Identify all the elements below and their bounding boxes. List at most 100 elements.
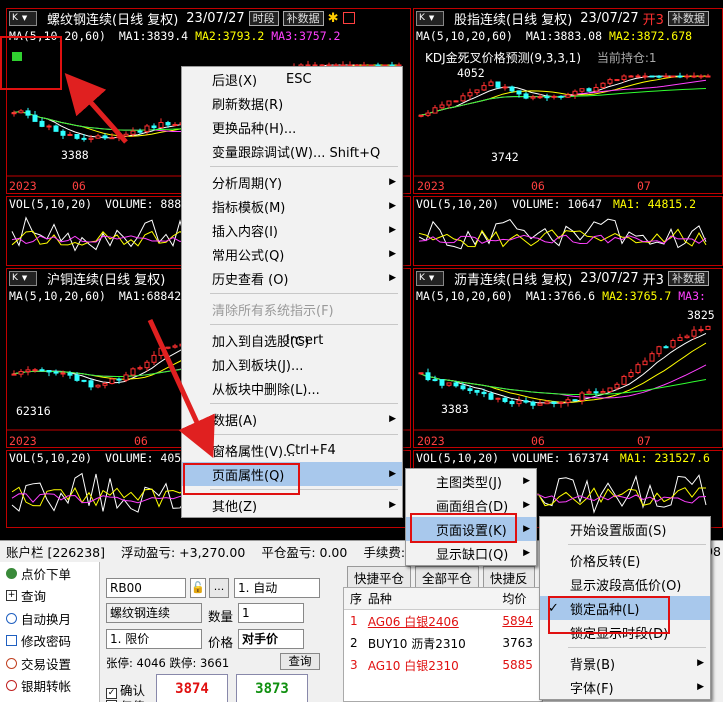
candle-body [172,124,178,127]
side-item-auto-roll[interactable]: 自动换月 [0,607,99,630]
menu-item[interactable]: 窗格属性(V)... Ctrl+F4 [182,438,402,462]
menu-item-label: 指标模板(M) [212,200,286,216]
menu-item[interactable]: 更换品种(H)... [182,115,402,139]
candle-body [544,401,550,405]
candle-body [586,88,592,92]
sell-price-button[interactable]: 3874 [156,674,228,702]
menu-item[interactable]: 加入到板块(J)... [182,352,402,376]
fill-data-button[interactable]: 补数据 [667,270,709,286]
star-icon[interactable]: ✱ [328,11,339,26]
menu-item[interactable]: 数据(A) ▶ [182,407,402,431]
table-row[interactable]: 2 BUY10 沥青2310 3763 [344,632,542,654]
candle-body [144,361,150,369]
price-label: 价格 [208,635,234,650]
candle-body [39,120,45,127]
side-item-change-password[interactable]: 修改密码 [0,630,99,653]
close-all-button[interactable]: 全部平仓 [415,566,480,589]
menu-item[interactable]: 后退(X) ESC [182,67,402,91]
menu-separator [210,324,398,325]
kline-type-button[interactable]: K [416,270,444,286]
submenu-arrow-icon: ▶ [523,500,530,510]
menu-item[interactable]: 从板块中删除(L)... [182,376,402,400]
candle-body [488,81,494,87]
menu-item[interactable]: 显示波段高低价(O) [540,572,710,596]
side-item-bank-transfer[interactable]: 银期转帐 [0,675,99,698]
order-form: RB00 🔓 ... 1. 自动 螺纹钢连续 数量 1 1. 限价 价格 对手价… [100,562,340,702]
side-item-trade-settings[interactable]: 交易设置 [0,652,99,675]
refresh-icon [6,612,17,624]
candle-body [439,104,445,109]
close-icon[interactable] [342,12,355,24]
menu-item[interactable]: 背景(B) ▶ [540,651,710,675]
quick-reverse-button[interactable]: 快捷反 [483,566,535,589]
menu-item[interactable]: 主图类型(J) ▶ [406,469,536,493]
menu-item[interactable]: 显示缺口(Q) ▶ [406,541,536,565]
side-item-query[interactable]: + 查询 [0,585,99,608]
price-input[interactable]: 对手价 [238,629,304,649]
candle-body [432,379,438,382]
menu-item[interactable]: 历史查看 (O) ▶ [182,266,402,290]
candle-body [544,96,550,99]
fill-data-button[interactable]: 补数据 [282,10,324,26]
quick-close-button[interactable]: 快捷平仓 [347,566,412,589]
query-button[interactable]: 查询 [280,653,320,670]
menu-item[interactable]: 刷新数据(R) [182,91,402,115]
candle-body [663,75,669,78]
volume-panel-stock-index[interactable]: VOL(5,10,20) VOLUME: 10647 MA1: 44815.2 [413,196,723,266]
floating-pl: 浮动盈亏: +3,270.00 [120,545,246,560]
pass-only-checkbox[interactable]: 仅传 [106,696,145,702]
ma-indicator-line: MA(5,10,20,60) MA1:3766.6 MA2:3765.7 MA3… [416,289,706,303]
candle-body [53,371,59,374]
candle-body [81,379,87,382]
candle-body [116,135,122,139]
candle-body [123,133,129,137]
fill-data-button[interactable]: 补数据 [667,10,709,26]
menu-item[interactable]: 价格反转(E) [540,548,710,572]
kline-type-button[interactable]: K [9,270,37,286]
chart-panel-stock-index[interactable]: K 股指连续(日线 复权) 23/07/27 开3 补数据 MA(5,10,20… [413,8,723,194]
menu-item[interactable]: 字体(F) ▶ [540,675,710,699]
fee-label: 手续费: [363,545,406,560]
order-type-select[interactable]: 1. 限价 [106,629,202,649]
menu-item-label: 后退(X) [212,73,258,89]
buy-price-button[interactable]: 3873 [236,674,308,702]
low-price-label: 3388 [61,148,89,162]
menu-item-label: 背景(B) [570,657,616,673]
candle-body [453,382,459,387]
table-row[interactable]: 3 AG10 白银2310 5885 [344,654,542,676]
limit-price-text: 张停: 4046 跌停: 3661 [106,656,230,670]
plus-icon: + [6,590,17,602]
menu-item[interactable]: 插入内容(I) ▶ [182,218,402,242]
candle-body [614,383,620,389]
menu-item[interactable]: 常用公式(Q) ▶ [182,242,402,266]
candle-body [67,133,73,136]
candle-body [684,335,690,339]
candle-body [32,114,38,122]
menu-item-label: 显示缺口(Q) [436,547,509,563]
open-close-select[interactable]: 1. 自动 [234,578,320,598]
menu-item[interactable]: 开始设置版面(S) [540,517,710,541]
candle-body [151,354,157,363]
kline-type-button[interactable]: K [9,10,37,26]
menu-item[interactable]: 其他(Z) ▶ [182,493,402,517]
candle-body [446,100,452,106]
contract-code-input[interactable]: RB00 [106,578,186,598]
menu-item[interactable]: 指标模板(M) ▶ [182,194,402,218]
session-button[interactable]: 时段 [248,10,279,26]
menu-item[interactable]: 加入到自选股(C) Insert [182,328,402,352]
unlock-icon[interactable]: 🔓 [190,578,206,598]
chart-panel-asphalt[interactable]: K 沥青连续(日线 复权) 23/07/27 开3 补数据 MA(5,10,20… [413,268,723,448]
side-item-quick-order[interactable]: 点价下单 [0,562,99,585]
menu-item[interactable]: 变量跟踪调试(W)... Shift+Q [182,139,402,163]
panel-symbol-name: 股指连续(日线 复权) [454,12,573,28]
browse-contract-button[interactable]: ... [209,578,229,598]
menu-item[interactable]: 分析周期(Y) ▶ [182,170,402,194]
candle-body [705,325,711,331]
candle-body [495,397,501,400]
candle-body [60,372,66,375]
kline-type-button[interactable]: K [416,10,444,26]
table-row[interactable]: 1 AG06 白银2406 5894 [344,610,542,632]
panel-title-bar: K 螺纹钢连续(日线 复权) 23/07/27 时段 补数据 ✱ [6,8,411,28]
quantity-input[interactable]: 1 [238,603,304,623]
kdj-indicator-label: KDJ金死叉价格预测(9,3,3,1) 当前持仓:1 [425,51,657,65]
